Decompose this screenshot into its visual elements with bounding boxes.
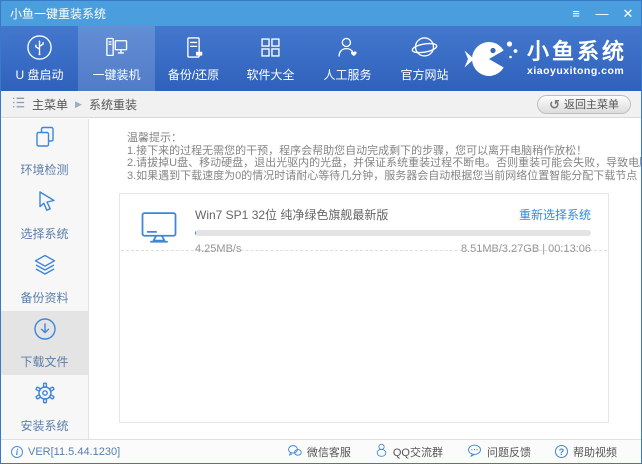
back-to-main-menu-button[interactable]: ↺ 返回主菜单 xyxy=(537,95,631,114)
download-title: Win7 SP1 32位 纯净绿色旗舰最新版 xyxy=(195,206,388,223)
sidebar-item-label: 环境检测 xyxy=(20,161,68,178)
website-globe-icon xyxy=(411,34,438,61)
tips-block: 温馨提示： 1.接下来的过程无需您的干预，程序会帮助您自动完成剩下的步骤，您可以… xyxy=(90,119,641,182)
top-nav: U 盘启动 一键装机 备份/还原 xyxy=(1,26,641,91)
sidebar-item-label: 安装系统 xyxy=(20,417,68,434)
main-content: 温馨提示： 1.接下来的过程无需您的干预，程序会帮助您自动完成剩下的步骤，您可以… xyxy=(90,119,641,439)
wechat-icon xyxy=(287,444,302,460)
monitor-icon xyxy=(137,206,181,255)
nav-item-one-key-install[interactable]: 一键装机 xyxy=(78,26,155,91)
breadcrumb-current: 系统重装 xyxy=(89,96,137,113)
download-panel: Win7 SP1 32位 纯净绿色旗舰最新版 重新选择系统 4.25MB/s 8… xyxy=(119,193,609,423)
gear-icon xyxy=(32,380,58,411)
feedback-link[interactable]: 问题反馈 xyxy=(467,443,531,460)
nav-label: 人工服务 xyxy=(323,66,371,83)
help-icon: ? xyxy=(555,445,568,458)
tips-title: 温馨提示： xyxy=(127,132,611,145)
qq-icon xyxy=(375,443,388,460)
brand-name: 小鱼系统 xyxy=(527,41,627,63)
layers-icon xyxy=(32,252,58,283)
backup-restore-icon xyxy=(180,34,207,61)
sidebar-item-backup-data: 备份资料 xyxy=(1,247,88,311)
window-title: 小鱼一键重装系统 xyxy=(10,5,106,22)
back-arrow-icon: ↺ xyxy=(549,98,560,111)
nav-item-software[interactable]: 软件大全 xyxy=(232,26,309,91)
close-icon[interactable]: ✕ xyxy=(615,1,641,26)
window-controls: ≡ — ✕ xyxy=(563,1,641,26)
usb-icon xyxy=(26,34,53,61)
menu-icon[interactable]: ≡ xyxy=(563,1,589,26)
title-bar: 小鱼一键重装系统 ≡ — ✕ xyxy=(1,1,641,26)
apps-grid-icon xyxy=(257,34,284,61)
download-speed: 4.25MB/s xyxy=(195,243,241,255)
menu-list-icon xyxy=(11,95,26,113)
tip-line-1: 1.接下来的过程无需您的干预，程序会帮助您自动完成剩下的步骤，您可以离开电脑稍作… xyxy=(127,145,611,158)
status-bar: i VER[11.5.44.1230] 微信客服 xyxy=(1,439,641,463)
nav-label: 官方网站 xyxy=(400,66,448,83)
feedback-bubble-icon xyxy=(467,444,482,460)
status-link-label: 微信客服 xyxy=(307,444,351,460)
wechat-support-link[interactable]: 微信客服 xyxy=(287,443,351,460)
computer-icon xyxy=(102,34,132,61)
version-text: VER[11.5.44.1230] xyxy=(28,446,120,458)
sidebar-item-env-check: 环境检测 xyxy=(1,119,88,183)
status-link-label: 问题反馈 xyxy=(487,444,531,460)
fish-logo-icon xyxy=(463,36,519,82)
nav-item-usb-boot[interactable]: U 盘启动 xyxy=(1,26,78,91)
tip-line-2: 2.请拔掉U盘、移动硬盘，退出光驱内的光盘，并保证系统重装过程不断电。否则重装可… xyxy=(127,157,611,170)
reselect-system-link[interactable]: 重新选择系统 xyxy=(519,206,591,223)
nav-label: 软件大全 xyxy=(246,66,294,83)
breadcrumb-bar: 主菜单 ▶ 系统重装 ↺ 返回主菜单 xyxy=(1,91,641,118)
status-link-label: 帮助视频 xyxy=(573,444,617,460)
download-progress-bar xyxy=(195,230,591,236)
back-button-label: 返回主菜单 xyxy=(564,96,619,112)
minimize-icon[interactable]: — xyxy=(589,1,615,26)
tip-line-3: 3.如果遇到下载速度为0的情况时请耐心等待几分钟，服务器会自动根据您当前网络位置… xyxy=(127,170,611,183)
info-icon: i xyxy=(11,446,23,458)
app-window: 小鱼一键重装系统 ≡ — ✕ U 盘启动 xyxy=(0,0,642,464)
download-stats: 8.51MB/3.27GB | 00:13:06 xyxy=(461,243,591,255)
nav-item-human-service[interactable]: 人工服务 xyxy=(309,26,386,91)
qq-group-link[interactable]: QQ交流群 xyxy=(375,443,443,460)
nav-item-official-site[interactable]: 官方网站 xyxy=(386,26,463,91)
breadcrumb-root: 主菜单 xyxy=(32,96,68,113)
nav-label: 一键装机 xyxy=(92,66,140,83)
sidebar-item-select-system: 选择系统 xyxy=(1,183,88,247)
sidebar-steps: 环境检测 选择系统 备份资料 xyxy=(1,119,89,439)
human-service-icon xyxy=(334,34,361,61)
download-item-row: Win7 SP1 32位 纯净绿色旗舰最新版 重新选择系统 4.25MB/s 8… xyxy=(121,194,607,251)
breadcrumb-separator-icon: ▶ xyxy=(75,99,82,110)
sidebar-item-install-system: 安装系统 xyxy=(1,375,88,439)
nav-label: U 盘启动 xyxy=(15,66,63,83)
status-link-label: QQ交流群 xyxy=(393,444,443,460)
sidebar-item-label: 下载文件 xyxy=(20,353,68,370)
sidebar-item-label: 选择系统 xyxy=(20,225,68,242)
nav-item-backup-restore[interactable]: 备份/还原 xyxy=(155,26,232,91)
download-progress-fill xyxy=(195,230,196,236)
sidebar-item-download-files: 下载文件 xyxy=(1,311,88,375)
help-videos-link[interactable]: ? 帮助视频 xyxy=(555,443,617,460)
cursor-icon xyxy=(32,188,58,219)
download-circle-icon xyxy=(32,316,58,347)
brand-logo: 小鱼系统 xiaoyuxitong.com xyxy=(463,26,641,91)
nav-label: 备份/还原 xyxy=(168,66,219,83)
sidebar-item-label: 备份资料 xyxy=(20,289,68,306)
env-check-icon xyxy=(32,124,58,155)
brand-domain: xiaoyuxitong.com xyxy=(527,66,627,77)
